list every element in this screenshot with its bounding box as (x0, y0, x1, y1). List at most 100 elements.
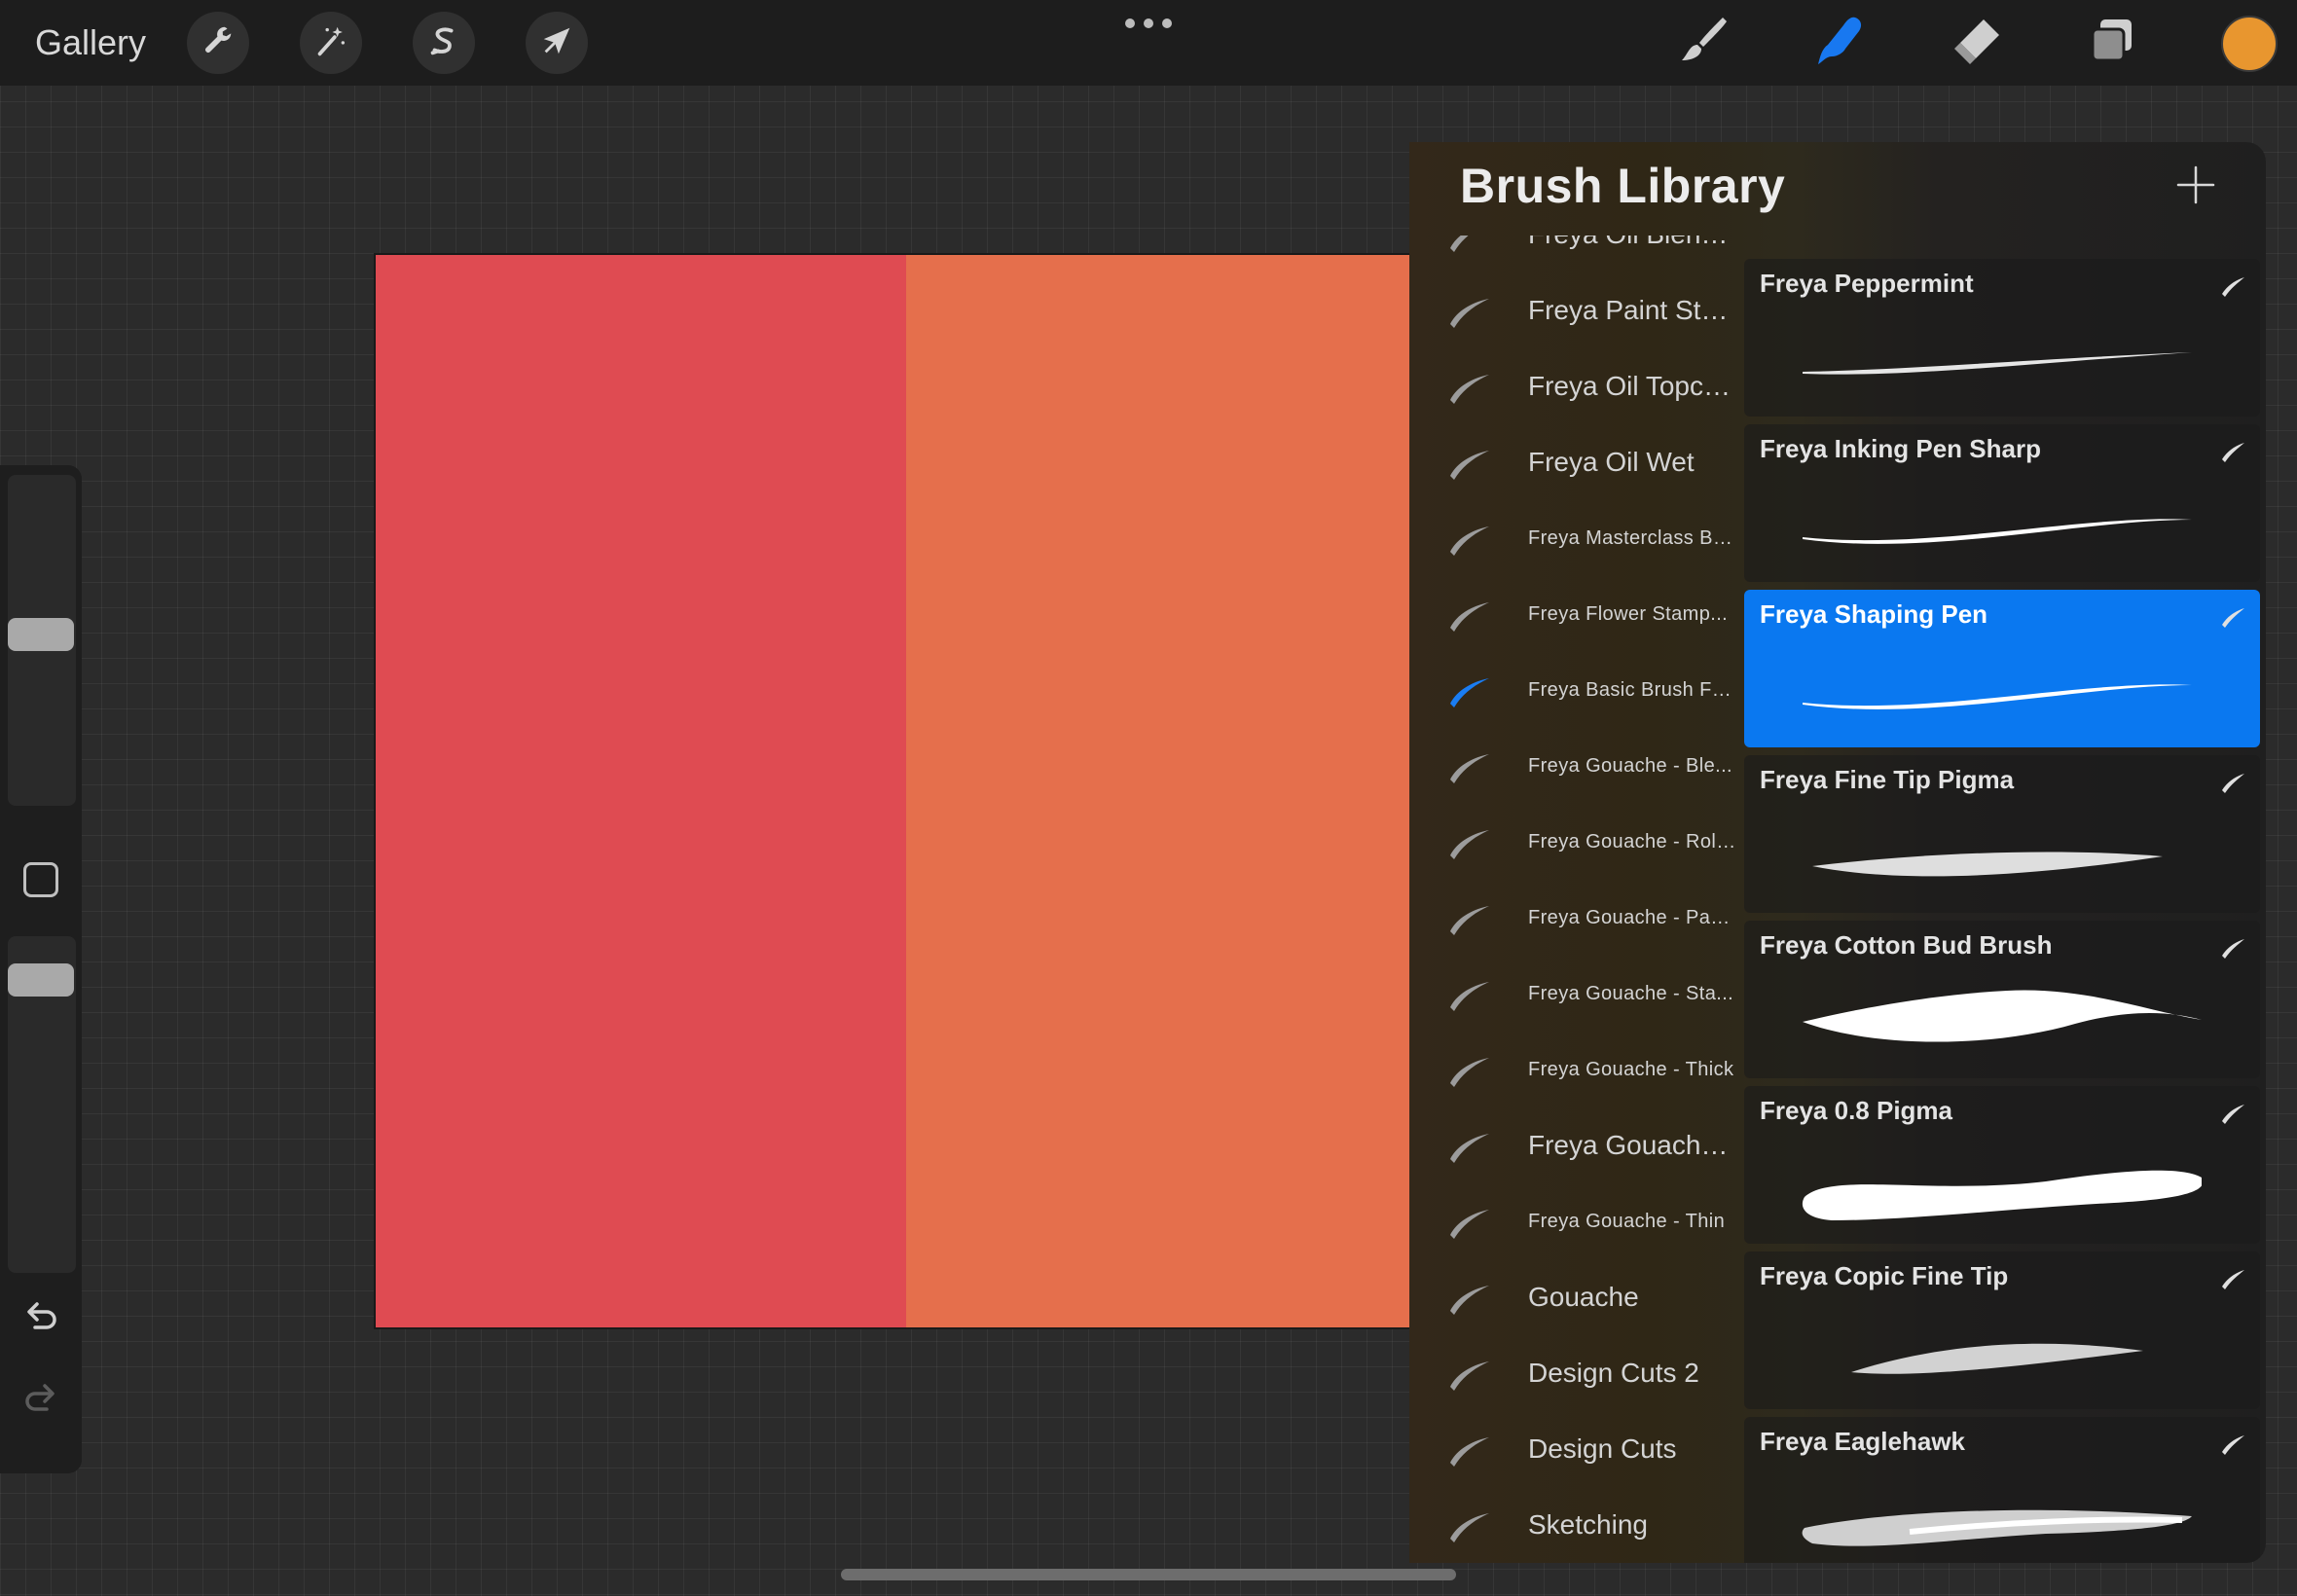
brush-stroke-preview (1793, 315, 2202, 403)
brush-set-item[interactable]: Gouache (1409, 1259, 1742, 1335)
brush-stroke-preview (1793, 1473, 2202, 1561)
brush-set-label: Freya Oil Topcoat (1528, 371, 1738, 401)
paint-tool-button[interactable] (1670, 12, 1736, 74)
brush-set-label: Freya Gouache - Sta... (1528, 982, 1734, 1004)
redo-button[interactable] (19, 1380, 62, 1423)
brush-set-item[interactable]: Freya Gouache - Thin (1409, 1183, 1742, 1259)
erase-tool-button[interactable] (1943, 12, 2009, 74)
pen-icon (2219, 934, 2246, 961)
pen-icon (2219, 272, 2246, 300)
undo-button[interactable] (19, 1298, 62, 1341)
pen-icon (2219, 1265, 2246, 1292)
modify-button[interactable] (23, 862, 58, 897)
brush-card[interactable]: Freya Shaping Pen (1744, 590, 2260, 747)
brush-set-item[interactable]: Sketching (1409, 1487, 1742, 1563)
brush-set-label: Freya Masterclass Bo... (1528, 526, 1738, 549)
add-brush-set-button[interactable] (2167, 158, 2225, 216)
brush-set-label: Freya Gouache - Thick (1528, 1058, 1734, 1080)
brush-stroke-preview (1793, 646, 2202, 734)
brush-size-handle[interactable] (8, 618, 74, 651)
brush-card[interactable]: Freya Peppermint (1744, 259, 2260, 417)
brush-set-label: Freya Oil Wet (1528, 447, 1695, 477)
brush-library-panel: Brush Library Freya Oil Blender Freya Pai… (1409, 142, 2266, 1563)
brush-card[interactable]: Freya Cotton Bud Brush (1744, 921, 2260, 1078)
dot-icon (1125, 18, 1135, 28)
brush-stroke-icon (1446, 515, 1493, 562)
brush-stroke-icon (1446, 818, 1493, 865)
brush-stroke-icon (1446, 894, 1493, 941)
brush-stroke-icon (1446, 1350, 1493, 1396)
brush-set-item[interactable]: Design Cuts (1409, 1411, 1742, 1487)
brush-stroke-icon (1446, 439, 1493, 486)
brush-set-label: Sketching (1528, 1509, 1648, 1540)
selection-button[interactable] (413, 12, 475, 74)
brush-set-label: Freya Oil Blender (1528, 236, 1738, 250)
brush-name: Freya Shaping Pen (1760, 599, 1988, 629)
brush-name: Freya Fine Tip Pigma (1760, 765, 2015, 794)
brush-set-item[interactable]: Freya Oil Wet (1409, 424, 1742, 500)
color-picker-button[interactable] (2221, 16, 2278, 72)
brush-stroke-icon (1446, 970, 1493, 1017)
brush-stroke-icon (1446, 667, 1493, 713)
brush-set-item[interactable]: Freya Basic Brush Fu... (1409, 652, 1742, 728)
brush-name: Freya Inking Pen Sharp (1760, 434, 2041, 463)
brush-set-item[interactable]: Design Cuts 2 (1409, 1335, 1742, 1411)
pen-icon (2219, 769, 2246, 796)
brush-name: Freya Cotton Bud Brush (1760, 930, 2053, 960)
brush-card[interactable]: Freya Eaglehawk (1744, 1417, 2260, 1563)
brush-set-item[interactable]: Freya Oil Blender (1409, 236, 1742, 272)
brush-stroke-icon (1446, 591, 1493, 637)
home-indicator (841, 1569, 1456, 1580)
brush-stroke-preview (1793, 977, 2202, 1065)
brush-name: Freya Eaglehawk (1760, 1427, 1965, 1456)
brush-stroke-preview (1793, 1308, 2202, 1396)
brush-set-label: Gouache (1528, 1282, 1639, 1312)
brush-sets-list: Freya Oil Blender Freya Paint Stamp Freya … (1409, 236, 1742, 1563)
gallery-button[interactable]: Gallery (35, 19, 146, 66)
brush-set-item[interactable]: Freya Gouache - Sta... (1409, 956, 1742, 1032)
brush-card[interactable]: Freya Inking Pen Sharp (1744, 424, 2260, 582)
pen-icon (2219, 438, 2246, 465)
brush-stroke-icon (1446, 363, 1493, 410)
adjustments-button[interactable] (300, 12, 362, 74)
dot-icon (1144, 18, 1153, 28)
brush-stroke-preview (1793, 481, 2202, 568)
pen-icon (2219, 1100, 2246, 1127)
brush-set-item[interactable]: Freya Paint Stamp (1409, 272, 1742, 348)
brush-set-label: Freya Basic Brush Fu... (1528, 678, 1738, 701)
more-options-button[interactable] (1125, 16, 1172, 31)
brush-card[interactable]: Freya Fine Tip Pigma (1744, 755, 2260, 913)
plus-icon (2174, 163, 2217, 211)
transform-button[interactable] (526, 12, 588, 74)
eraser-icon (1947, 12, 2005, 75)
smudge-finger-icon (1810, 12, 1869, 75)
top-toolbar: Gallery (0, 0, 2297, 86)
drawing-canvas[interactable] (374, 253, 1411, 1329)
orange-paint-area (906, 255, 1409, 1327)
brush-stroke-icon (1446, 1046, 1493, 1093)
smudge-tool-button[interactable] (1806, 12, 1873, 74)
brush-set-item[interactable]: Freya Oil Topcoat (1409, 348, 1742, 424)
brush-set-item[interactable]: Freya Gouache - Thick (1409, 1032, 1742, 1107)
brush-set-label: Freya Gouache - Tip (1528, 1130, 1738, 1160)
brush-set-item[interactable]: Freya Flower Stamp... (1409, 576, 1742, 652)
brush-set-item[interactable]: Freya Gouache - Ble... (1409, 728, 1742, 804)
brush-card[interactable]: Freya Copic Fine Tip (1744, 1251, 2260, 1409)
brush-set-item[interactable]: Freya Gouache - Tip (1409, 1107, 1742, 1183)
actions-button[interactable] (187, 12, 249, 74)
brush-set-label: Freya Gouache - Thin (1528, 1210, 1726, 1232)
brush-stroke-icon (1446, 236, 1493, 258)
brush-set-item[interactable]: Freya Masterclass Bo... (1409, 500, 1742, 576)
brush-set-label: Design Cuts 2 (1528, 1358, 1699, 1388)
brush-stroke-icon (1446, 287, 1493, 334)
layers-button[interactable] (2079, 12, 2145, 74)
dot-icon (1162, 18, 1172, 28)
brush-opacity-handle[interactable] (8, 963, 74, 997)
selection-s-icon (425, 22, 462, 64)
brush-set-label: Freya Gouache - Rolli... (1528, 830, 1738, 852)
brush-set-item[interactable]: Freya Gouache - Paper (1409, 880, 1742, 956)
brush-stroke-preview (1793, 1143, 2204, 1230)
brush-set-item[interactable]: Freya Gouache - Rolli... (1409, 804, 1742, 880)
brush-set-label: Freya Gouache - Paper (1528, 906, 1738, 928)
brush-card[interactable]: Freya 0.8 Pigma (1744, 1086, 2260, 1244)
